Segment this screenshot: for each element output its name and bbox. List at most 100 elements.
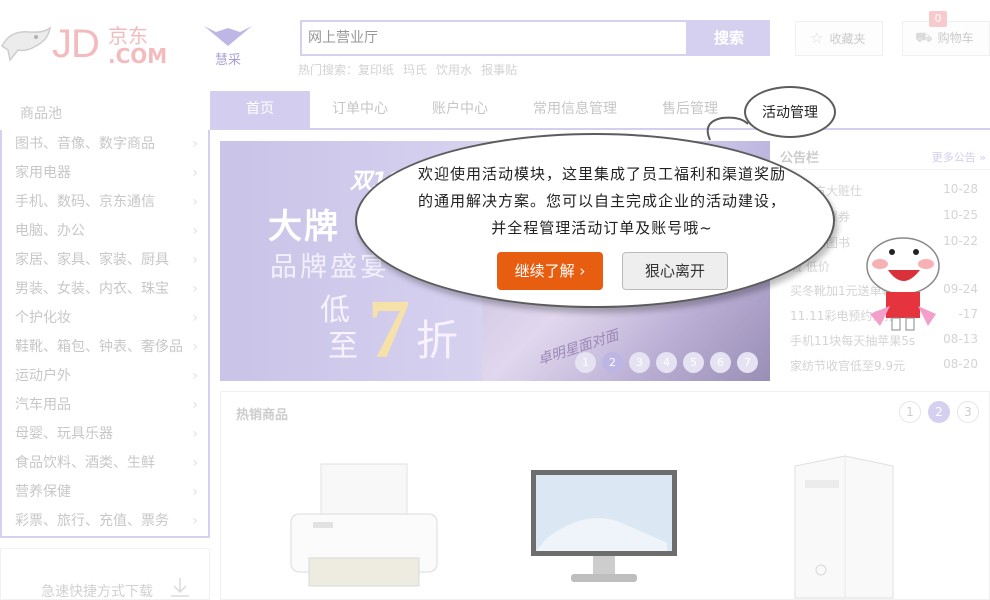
category-item[interactable]: 运动户外 › xyxy=(2,362,208,391)
page-button[interactable]: 1 xyxy=(899,401,921,423)
notice-item[interactable]: 家纺节收官低至9.9元 08-20 xyxy=(790,357,990,374)
tab-activity-management[interactable]: 活动管理 xyxy=(744,86,836,138)
cart-label: 购物车 xyxy=(937,31,974,45)
logo-jd-text: JD xyxy=(52,22,100,66)
search-button[interactable]: 搜索 xyxy=(688,20,770,56)
tab-common-info[interactable]: 常用信息管理 xyxy=(520,91,630,128)
huicai-logo[interactable]: 慧采 xyxy=(200,24,256,68)
chevron-right-icon: › xyxy=(192,223,198,239)
continue-learn-button[interactable]: 继续了解 › xyxy=(497,252,603,290)
printer-product-image[interactable] xyxy=(287,462,441,590)
jd-logo[interactable]: JD 京东 .COM xyxy=(0,18,168,70)
notice-text: 手机11块每天抽苹果5s xyxy=(790,334,916,348)
category-label: 彩票、旅行、充值、票务 xyxy=(15,513,169,529)
quick-download-link[interactable]: 急速快捷方式下载 xyxy=(0,548,210,600)
category-item[interactable]: 个护化妆 › xyxy=(2,304,208,333)
category-item[interactable]: 家用电器 › xyxy=(2,159,208,188)
hot-term-link[interactable]: 玛氏 xyxy=(403,63,427,77)
category-item[interactable]: 汽车用品 › xyxy=(2,391,208,420)
category-label: 家用电器 xyxy=(15,165,71,181)
jd-dog-logo-icon xyxy=(1,26,52,62)
chevron-right-icon: › xyxy=(192,281,198,297)
page: JD 京东 .COM 慧采 搜索 热门搜索：复印纸玛氏饮用水报事贴 ☆ 收藏夹 ⛟… xyxy=(0,0,990,600)
chevron-right-icon: › xyxy=(192,484,198,500)
notice-date: -17 xyxy=(958,307,978,321)
chevron-right-icon: › xyxy=(192,194,198,210)
chevron-right-icon: › xyxy=(192,339,198,355)
category-label: 男装、女装、内衣、珠宝 xyxy=(15,281,169,297)
category-item[interactable]: 彩票、旅行、充值、票务 › xyxy=(2,507,208,536)
monitor-product-image[interactable] xyxy=(527,468,681,588)
notice-date: 09-24 xyxy=(943,282,978,296)
banner-dot[interactable]: 7 xyxy=(737,352,758,373)
category-item[interactable]: 家居、家具、家装、厨具 › xyxy=(2,246,208,275)
chevron-right-icon: › xyxy=(192,455,198,471)
notice-date: 08-20 xyxy=(943,357,978,371)
tab-home[interactable]: 首页 xyxy=(210,91,310,128)
hot-products-title: 热销商品 xyxy=(236,408,289,423)
search-box xyxy=(300,20,688,56)
chevron-right-icon: › xyxy=(192,165,198,181)
page-button-active[interactable]: 2 xyxy=(928,401,950,423)
leave-button[interactable]: 狠心离开 xyxy=(622,252,728,290)
category-label: 电脑、办公 xyxy=(15,223,85,239)
favorites-button[interactable]: ☆ 收藏夹 xyxy=(795,21,883,56)
jd-dog-mascot-icon xyxy=(866,237,940,331)
category-item[interactable]: 电脑、办公 › xyxy=(2,217,208,246)
chevron-right-icon: › xyxy=(192,368,198,384)
hot-products-panel: 热销商品 1 2 3 xyxy=(220,391,990,600)
hot-term-link[interactable]: 报事贴 xyxy=(481,63,517,77)
category-label: 家居、家具、家装、厨具 xyxy=(15,252,169,268)
product-pool-label: 商品池 xyxy=(20,106,62,122)
banner-dot[interactable]: 4 xyxy=(656,352,677,373)
cart-count-badge: 0 xyxy=(929,11,947,27)
star-icon: ☆ xyxy=(810,29,824,47)
tab-account[interactable]: 账户中心 xyxy=(418,91,502,128)
hot-search-label: 热门搜索： xyxy=(298,63,359,77)
chevron-right-icon: › xyxy=(192,252,198,268)
banner-dot[interactable]: 1 xyxy=(575,352,596,373)
search-input[interactable] xyxy=(302,22,686,54)
banner-discount-unit: 折 xyxy=(416,316,459,365)
banner-dot[interactable]: 6 xyxy=(710,352,731,373)
category-label: 食品饮料、酒类、生鲜 xyxy=(15,455,155,471)
page-button[interactable]: 3 xyxy=(957,401,979,423)
hot-term-link[interactable]: 复印纸 xyxy=(358,63,394,77)
category-item[interactable]: 男装、女装、内衣、珠宝 › xyxy=(2,275,208,304)
welcome-message: 欢迎使用活动模块，这里集成了员工福利和渠道奖励的通用解决方案。您可以自主完成企业… xyxy=(417,165,786,237)
tab-orders[interactable]: 订单中心 xyxy=(318,91,402,128)
notice-date: 10-22 xyxy=(943,234,978,248)
banner-dot[interactable]: 5 xyxy=(683,352,704,373)
notice-item[interactable]: 手机11块每天抽苹果5s 08-13 xyxy=(790,332,990,349)
category-item[interactable]: 营养保健 › xyxy=(2,478,208,507)
banner-discount-number: 7 xyxy=(368,283,410,376)
nav-underline xyxy=(210,128,990,130)
category-label: 汽车用品 xyxy=(15,397,71,413)
category-sidebar: 图书、音像、数字商品 › 家用电器 › 手机、数码、京东通信 › 电脑、办公 › 家居、… xyxy=(0,130,210,538)
chevron-right-icon: › xyxy=(192,513,198,529)
hot-term-link[interactable]: 饮用水 xyxy=(436,63,472,77)
favorites-label: 收藏夹 xyxy=(829,32,866,46)
category-item[interactable]: 母婴、玩具乐器 › xyxy=(2,420,208,449)
banner-dot-active[interactable]: 2 xyxy=(602,352,623,373)
category-label: 营养保健 xyxy=(15,484,71,500)
category-item[interactable]: 食品饮料、酒类、生鲜 › xyxy=(2,449,208,478)
download-icon xyxy=(171,578,189,597)
chevron-right-icon: › xyxy=(192,136,198,152)
category-item[interactable]: 图书、音像、数字商品 › xyxy=(2,130,208,159)
category-item[interactable]: 鞋靴、箱包、钟表、奢侈品 › xyxy=(2,333,208,362)
notice-date: 10-28 xyxy=(943,182,978,196)
more-notices-link[interactable]: 更多公告 » xyxy=(932,149,986,165)
logo-com-text: .COM xyxy=(108,44,168,68)
category-label: 运动户外 xyxy=(15,368,71,384)
category-label: 手机、数码、京东通信 xyxy=(15,194,155,210)
desktop-pc-product-image[interactable] xyxy=(781,452,901,600)
category-item[interactable]: 手机、数码、京东通信 › xyxy=(2,188,208,217)
notice-date: 10-25 xyxy=(943,208,978,222)
banner-dot[interactable]: 3 xyxy=(629,352,650,373)
category-label: 个护化妆 xyxy=(15,310,71,326)
welcome-speech-bubble: 欢迎使用活动模块，这里集成了员工福利和渠道奖励的通用解决方案。您可以自主完成企业… xyxy=(355,133,835,308)
notice-divider xyxy=(780,169,990,170)
category-label: 图书、音像、数字商品 xyxy=(15,136,155,152)
huicai-text: 慧采 xyxy=(214,53,241,68)
